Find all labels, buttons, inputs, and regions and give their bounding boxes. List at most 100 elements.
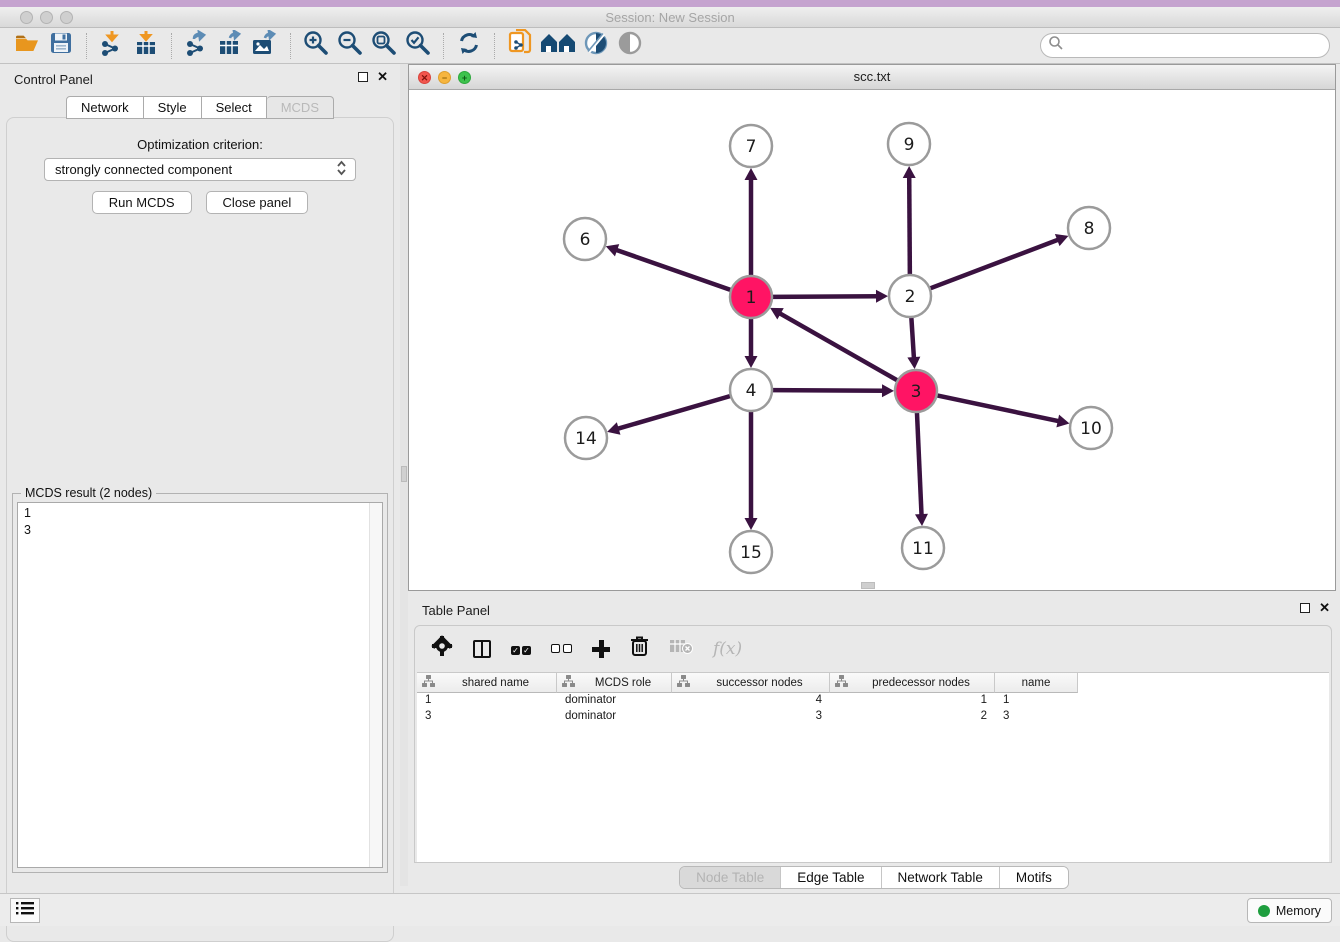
table-settings-button[interactable]	[431, 635, 453, 662]
node-table[interactable]: shared nameMCDS rolesuccessor nodesprede…	[417, 672, 1329, 862]
edge-1-2[interactable]	[772, 296, 879, 297]
import-table-button[interactable]	[129, 31, 163, 61]
edge-2-8[interactable]	[930, 239, 1060, 289]
save-session-button[interactable]	[44, 31, 78, 61]
edge-3-11[interactable]	[917, 412, 922, 517]
node-label-15: 15	[740, 543, 762, 563]
column-header-MCDS-role[interactable]: MCDS role	[557, 673, 672, 693]
column-header-name[interactable]: name	[995, 673, 1078, 693]
tab-network[interactable]: Network	[66, 96, 144, 119]
network-graph[interactable]: 7968124314101511	[409, 90, 1335, 589]
memory-button[interactable]: Memory	[1247, 898, 1332, 923]
network-canvas[interactable]: 7968124314101511	[409, 90, 1335, 589]
float-panel-icon[interactable]	[358, 72, 368, 82]
export-table-button[interactable]	[214, 31, 248, 61]
export-image-button[interactable]	[248, 31, 282, 61]
zoom-selected-button[interactable]	[401, 31, 435, 61]
column-header-shared-name[interactable]: shared name	[417, 673, 557, 693]
column-header-predecessor-nodes[interactable]: predecessor nodes	[830, 673, 995, 693]
cell-predecessor-nodes[interactable]: 1	[830, 693, 995, 709]
edge-1-6[interactable]	[614, 249, 731, 290]
control-panel-header: Control Panel ✕	[0, 64, 400, 94]
node-label-2: 2	[905, 287, 916, 307]
edge-4-14[interactable]	[616, 396, 731, 429]
edge-3-1[interactable]	[778, 312, 898, 380]
toolbar-separator	[494, 33, 495, 59]
table-panel-title: Table Panel	[422, 603, 490, 618]
node-label-7: 7	[746, 137, 757, 157]
tab-edge-table[interactable]: Edge Table	[781, 867, 881, 888]
memory-label: Memory	[1276, 904, 1321, 918]
tab-mcds[interactable]: MCDS	[267, 96, 334, 119]
export-image-icon	[251, 30, 279, 61]
network-window-titlebar[interactable]: ✕ − + scc.txt	[409, 65, 1335, 90]
result-scrollbar[interactable]	[369, 503, 382, 867]
tab-network-table[interactable]: Network Table	[882, 867, 1000, 888]
tab-select[interactable]: Select	[202, 96, 267, 119]
create-column-button[interactable]	[592, 640, 610, 658]
slashed-circle-icon	[583, 30, 609, 61]
criterion-dropdown[interactable]: strongly connected component	[44, 158, 356, 181]
import-table-icon	[134, 30, 158, 61]
search-icon	[1048, 35, 1064, 56]
cell-shared-name[interactable]: 1	[417, 693, 557, 709]
cell-successor-nodes[interactable]: 3	[672, 709, 830, 725]
cell-name[interactable]: 3	[995, 709, 1078, 725]
function-builder-button-disabled: f(x)	[713, 639, 742, 659]
list-icon	[16, 901, 34, 921]
search-input[interactable]	[1040, 33, 1330, 58]
export-network-button[interactable]	[180, 31, 214, 61]
close-panel-button[interactable]: Close panel	[206, 191, 309, 214]
tab-style[interactable]: Style	[144, 96, 202, 119]
apply-layout-button[interactable]	[452, 31, 486, 61]
network-resize-handle[interactable]	[861, 582, 875, 589]
column-header-successor-nodes[interactable]: successor nodes	[672, 673, 830, 693]
control-panel-title: Control Panel	[14, 72, 93, 87]
table-row[interactable]: 3dominator323	[417, 709, 1329, 725]
save-floppy-icon	[50, 32, 72, 59]
splitter-handle[interactable]	[401, 466, 407, 482]
show-columns-button[interactable]	[473, 640, 491, 658]
hide-graphics-details-button[interactable]	[579, 31, 613, 61]
new-network-from-selection-button[interactable]	[503, 31, 537, 61]
cell-MCDS-role[interactable]: dominator	[557, 693, 672, 709]
cell-MCDS-role[interactable]: dominator	[557, 709, 672, 725]
edge-arrowhead	[882, 384, 894, 397]
cell-predecessor-nodes[interactable]: 2	[830, 709, 995, 725]
node-label-3: 3	[911, 382, 922, 402]
edge-2-3[interactable]	[911, 317, 914, 360]
table-toolbar: ✓✓ f(x)	[415, 626, 1331, 671]
zoom-in-icon	[303, 30, 329, 61]
table-panel-body: ✓✓ f(x) shared nameMCDS rolesuccessor no…	[414, 625, 1332, 863]
main-toolbar	[0, 28, 1340, 64]
edge-3-10[interactable]	[937, 395, 1061, 421]
eye-button[interactable]	[613, 31, 647, 61]
show-all-button[interactable]	[537, 31, 579, 61]
tab-node-table[interactable]: Node Table	[680, 867, 781, 888]
float-table-panel-icon[interactable]	[1300, 603, 1310, 613]
delete-column-button[interactable]	[630, 635, 649, 662]
criterion-value: strongly connected component	[55, 162, 232, 177]
cell-shared-name[interactable]: 3	[417, 709, 557, 725]
run-mcds-button[interactable]: Run MCDS	[92, 191, 192, 214]
table-row[interactable]: 1dominator411	[417, 693, 1329, 709]
import-network-button[interactable]	[95, 31, 129, 61]
panel-splitter[interactable]	[400, 64, 408, 886]
fit-content-button[interactable]	[367, 31, 401, 61]
close-panel-icon[interactable]: ✕	[377, 72, 388, 82]
tab-motifs[interactable]: Motifs	[1000, 867, 1068, 888]
edge-2-9[interactable]	[909, 175, 910, 275]
zoom-in-button[interactable]	[299, 31, 333, 61]
deselect-all-columns-button[interactable]	[551, 640, 572, 658]
cell-successor-nodes[interactable]: 4	[672, 693, 830, 709]
cell-name[interactable]: 1	[995, 693, 1078, 709]
select-all-columns-button[interactable]: ✓✓	[511, 640, 531, 658]
task-history-button[interactable]	[10, 898, 40, 923]
mcds-result-textarea[interactable]: 13	[17, 502, 383, 868]
edge-4-3[interactable]	[772, 390, 885, 391]
column-type-icon	[672, 675, 690, 690]
open-session-button[interactable]	[10, 31, 44, 61]
close-table-panel-icon[interactable]: ✕	[1319, 603, 1330, 613]
zoom-out-button[interactable]	[333, 31, 367, 61]
zoom-out-icon	[337, 30, 363, 61]
